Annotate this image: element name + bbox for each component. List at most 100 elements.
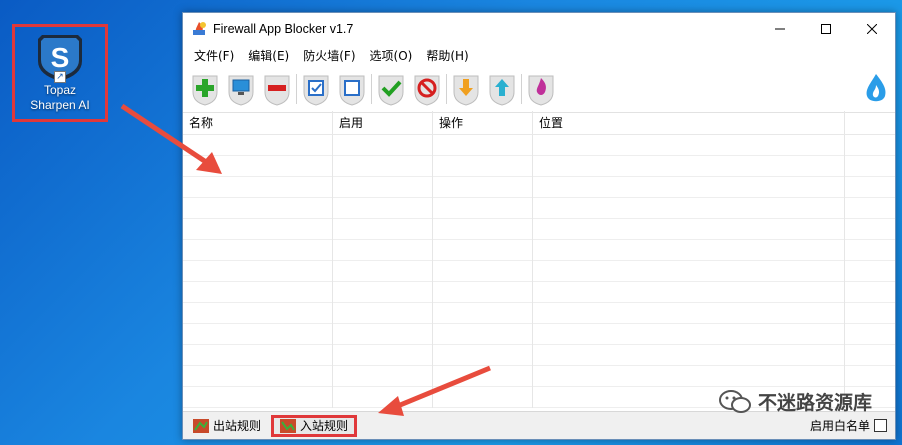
- table-cell: [433, 324, 533, 345]
- check-square-icon: [303, 75, 329, 106]
- column-header-enabled[interactable]: 启用: [333, 111, 433, 134]
- close-button[interactable]: [849, 13, 895, 45]
- tab-outbound-rules[interactable]: 出站规则: [187, 415, 267, 437]
- toolbar-separator: [446, 73, 447, 104]
- inbound-rules-icon: [280, 418, 297, 433]
- tab-outbound-label: 出站规则: [213, 419, 262, 433]
- whitelist-label: 启用白名单: [809, 419, 870, 433]
- table-row[interactable]: [183, 156, 895, 177]
- table-cell: [433, 177, 533, 198]
- tab-inbound-label: 入站规则: [300, 419, 349, 433]
- remove-button[interactable]: [259, 69, 295, 109]
- table-cell: [533, 156, 845, 177]
- minimize-icon: [775, 28, 785, 30]
- table-cell: [333, 303, 433, 324]
- whitelist-checkbox[interactable]: [874, 419, 887, 432]
- table-cell: [333, 135, 433, 156]
- column-header-action[interactable]: 操作: [433, 111, 533, 134]
- table-row[interactable]: [183, 261, 895, 282]
- menu-firewall[interactable]: 防火墙(F): [296, 47, 362, 64]
- table-cell: [433, 261, 533, 282]
- title-bar[interactable]: Firewall App Blocker v1.7: [183, 13, 895, 45]
- square-icon: [339, 75, 365, 106]
- table-row[interactable]: [183, 198, 895, 219]
- table-cell: [845, 261, 895, 282]
- menu-options[interactable]: 选项(O): [363, 47, 420, 64]
- table-cell: [333, 240, 433, 261]
- flame-icon: [528, 75, 554, 106]
- table-row[interactable]: [183, 177, 895, 198]
- whitelist-toggle[interactable]: 启用白名单: [810, 417, 887, 434]
- status-bar: 出站规则 入站规则 启用白名单: [183, 411, 895, 439]
- table-row[interactable]: [183, 135, 895, 156]
- menu-help[interactable]: 帮助(H): [419, 47, 475, 64]
- desktop-icon-label-2: Sharpen AI: [30, 98, 90, 112]
- toolbar-separator: [521, 73, 522, 104]
- arrow-up-icon: [489, 75, 515, 106]
- menu-edit[interactable]: 编辑(E): [241, 47, 296, 64]
- table-cell: [533, 324, 845, 345]
- enable-check-icon: [378, 75, 404, 106]
- close-icon: [867, 24, 877, 34]
- table-cell: [183, 135, 333, 156]
- table-cell: [183, 282, 333, 303]
- table-cell: [533, 282, 845, 303]
- toolbar: [183, 65, 895, 113]
- allow-button[interactable]: [373, 69, 409, 109]
- table-cell: [845, 156, 895, 177]
- table-row[interactable]: [183, 219, 895, 240]
- table-cell: [333, 177, 433, 198]
- block-icon: [414, 75, 440, 106]
- export-button[interactable]: [484, 69, 520, 109]
- uncheck-all-button[interactable]: [334, 69, 370, 109]
- column-header-name[interactable]: 名称: [183, 111, 333, 134]
- block-button[interactable]: [409, 69, 445, 109]
- maximize-button[interactable]: [803, 13, 849, 45]
- table-cell: [845, 177, 895, 198]
- table-row[interactable]: [183, 282, 895, 303]
- app-window: Firewall App Blocker v1.7 文件(F) 编辑(E) 防火…: [182, 12, 896, 440]
- outbound-rules-icon: [193, 418, 209, 433]
- table-cell: [433, 282, 533, 303]
- menu-file[interactable]: 文件(F): [187, 47, 241, 64]
- table-cell: [183, 219, 333, 240]
- table-cell: [533, 240, 845, 261]
- table-cell: [183, 240, 333, 261]
- table-cell: [533, 135, 845, 156]
- table-row[interactable]: [183, 366, 895, 387]
- table-cell: [333, 198, 433, 219]
- table-cell: [845, 366, 895, 387]
- table-cell: [433, 240, 533, 261]
- table-cell: [433, 135, 533, 156]
- add-button[interactable]: [187, 69, 223, 109]
- add-process-button[interactable]: [223, 69, 259, 109]
- table-cell: [183, 198, 333, 219]
- shortcut-arrow-icon: ↗: [54, 71, 66, 83]
- tab-inbound-rules[interactable]: 入站规则: [271, 414, 358, 437]
- import-button[interactable]: [448, 69, 484, 109]
- desktop-icon-label-1: Topaz: [43, 83, 77, 97]
- water-drop-logo-icon: [866, 74, 886, 102]
- column-header-location[interactable]: 位置: [533, 111, 845, 134]
- table-cell: [333, 282, 433, 303]
- watermark-text: 不迷路资源库: [757, 392, 872, 414]
- table-cell: [533, 366, 845, 387]
- svg-text:S: S: [51, 42, 70, 73]
- table-cell: [845, 198, 895, 219]
- table-row[interactable]: [183, 345, 895, 366]
- table-cell: [183, 156, 333, 177]
- menu-bar: 文件(F) 编辑(E) 防火墙(F) 选项(O) 帮助(H): [183, 45, 895, 65]
- table-cell: [433, 345, 533, 366]
- table-cell: [183, 345, 333, 366]
- table-row[interactable]: [183, 303, 895, 324]
- rules-list[interactable]: 名称 启用 操作 位置: [183, 111, 895, 412]
- desktop-icon-topaz[interactable]: S ↗ Topaz Sharpen AI: [12, 24, 108, 122]
- table-row[interactable]: [183, 324, 895, 345]
- table-row[interactable]: [183, 240, 895, 261]
- firewall-button[interactable]: [523, 69, 559, 109]
- table-cell: [533, 303, 845, 324]
- check-all-button[interactable]: [298, 69, 334, 109]
- table-cell: [433, 219, 533, 240]
- table-cell: [533, 198, 845, 219]
- minimize-button[interactable]: [757, 13, 803, 45]
